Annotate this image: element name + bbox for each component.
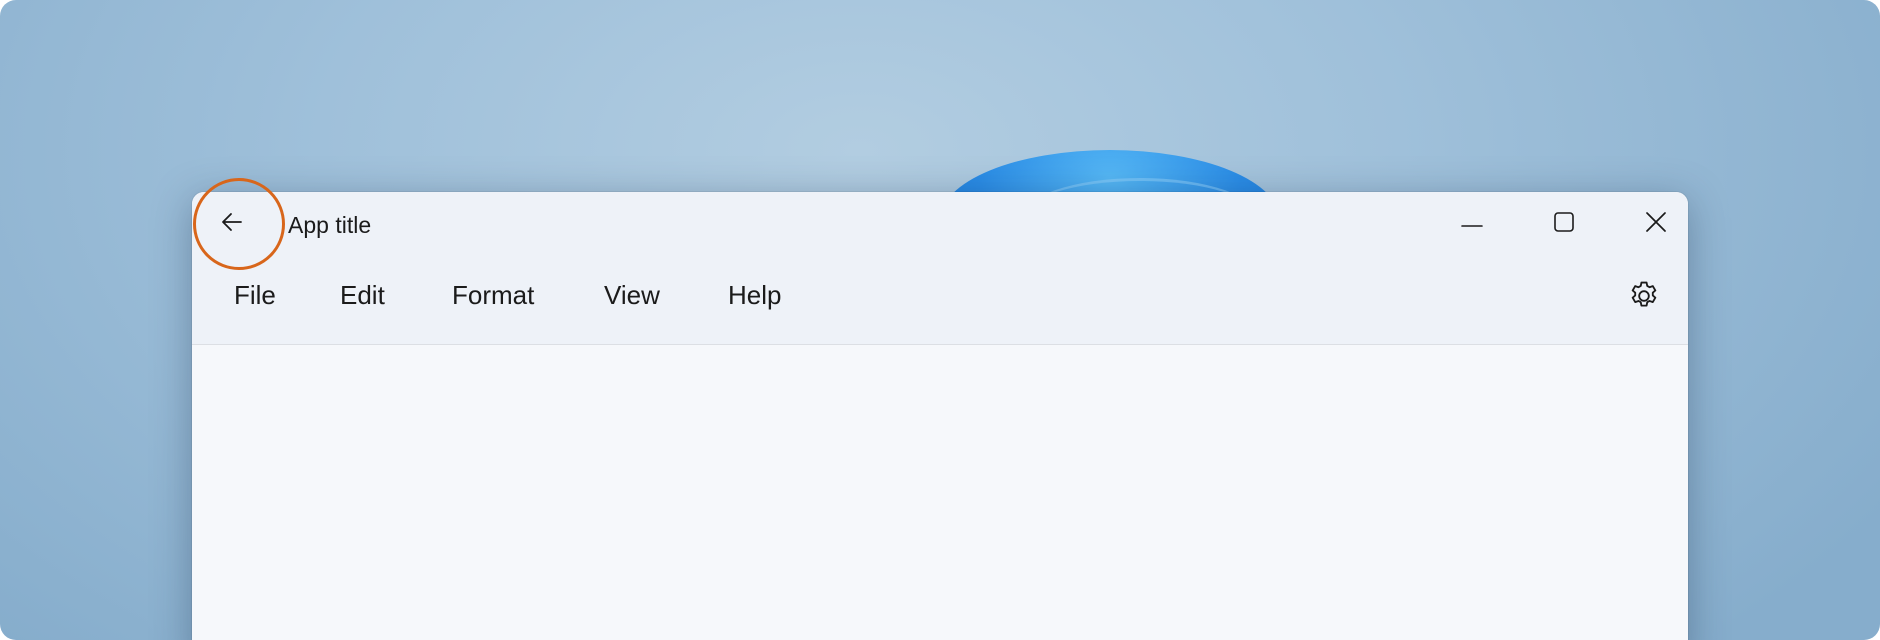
- back-arrow-icon: [221, 212, 243, 237]
- app-window: App title File Edit Format View Help: [192, 192, 1688, 640]
- maximize-icon: [1553, 211, 1575, 238]
- desktop-wallpaper: App title File Edit Format View Help: [0, 0, 1880, 640]
- maximize-button[interactable]: [1538, 200, 1590, 248]
- minimize-button[interactable]: [1446, 200, 1498, 248]
- settings-button[interactable]: [1620, 276, 1668, 320]
- app-title: App title: [288, 212, 372, 238]
- menu-bar: File Edit Format View Help: [192, 256, 1688, 345]
- menu-item-format[interactable]: Format: [450, 276, 536, 315]
- menu-item-view[interactable]: View: [602, 276, 662, 315]
- content-area: [192, 345, 1688, 640]
- gear-icon: [1627, 279, 1661, 318]
- minimize-icon: [1461, 215, 1483, 233]
- menu-item-edit[interactable]: Edit: [338, 276, 387, 315]
- menu-item-help[interactable]: Help: [726, 276, 783, 315]
- close-icon: [1645, 211, 1667, 238]
- back-button[interactable]: [210, 206, 254, 242]
- menu-item-file[interactable]: File: [232, 276, 278, 315]
- close-button[interactable]: [1630, 200, 1682, 248]
- title-bar: App title: [192, 192, 1688, 256]
